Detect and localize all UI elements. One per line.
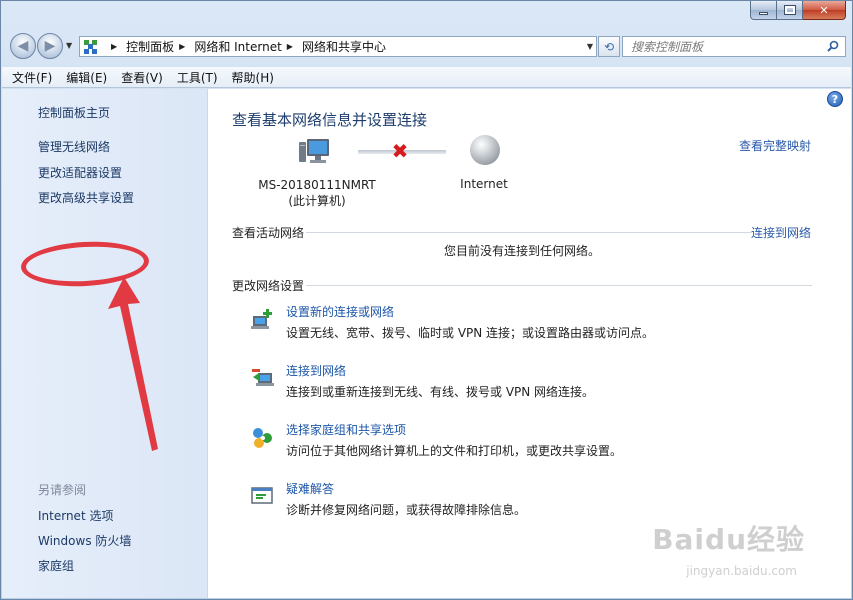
internet-label: Internet xyxy=(460,177,508,191)
navigation-bar: ◀ ▶ ▼ ▶ 控制面板 ▶ 网络和 Internet ▶ 网络和共享中心 ▼ … xyxy=(9,31,846,61)
search-box xyxy=(622,36,846,57)
chevron-right-icon[interactable]: ▶ xyxy=(287,42,293,51)
caption-buttons: ✕ xyxy=(750,1,846,21)
task-troubleshoot: 疑难解答 诊断并修复网络问题，或获得故障排除信息。 xyxy=(250,480,810,520)
minimize-button[interactable] xyxy=(750,1,777,20)
no-network-text: 您目前没有连接到任何网络。 xyxy=(444,244,601,258)
forward-button[interactable]: ▶ xyxy=(37,33,63,59)
sidebar-item-windows-firewall[interactable]: Windows 防火墙 xyxy=(38,532,131,549)
see-also-heading: 另请参阅 xyxy=(38,483,87,497)
menu-file[interactable]: 文件(F) xyxy=(12,69,52,86)
connect-to-network-link[interactable]: 连接到网络 xyxy=(751,224,811,241)
close-icon: ✕ xyxy=(819,3,829,17)
task-description: 设置无线、宽带、拨号、临时或 VPN 连接；或设置路由器或访问点。 xyxy=(286,326,655,340)
breadcrumb-network-internet[interactable]: 网络和 Internet xyxy=(194,38,281,55)
troubleshoot-icon xyxy=(251,487,273,504)
task-description: 诊断并修复网络问题，或获得故障排除信息。 xyxy=(286,503,527,517)
computer-label: MS-20180111NMRT (此计算机) xyxy=(252,177,382,209)
task-connect-network: 连接到网络 连接到或重新连接到无线、有线、拨号或 VPN 网络连接。 xyxy=(250,362,810,402)
chevron-right-icon[interactable]: ▶ xyxy=(111,42,117,51)
recent-pages-dropdown-icon[interactable]: ▼ xyxy=(66,41,72,50)
main-panel: ? 查看基本网络信息并设置连接 查看完整映射 ✖ MS-20180111NMRT… xyxy=(208,89,851,598)
view-full-map-link[interactable]: 查看完整映射 xyxy=(739,137,811,154)
computer-icon[interactable] xyxy=(298,137,332,167)
refresh-icon: ⟲ xyxy=(603,39,615,54)
breadcrumb-control-panel[interactable]: 控制面板 xyxy=(126,38,174,55)
menu-view[interactable]: 查看(V) xyxy=(121,69,163,86)
sidebar-item-homegroup[interactable]: 家庭组 xyxy=(38,557,74,574)
divider xyxy=(306,232,752,233)
task-description: 访问位于其他网络计算机上的文件和打印机，或更改共享设置。 xyxy=(286,444,623,458)
homegroup-icon xyxy=(253,428,272,448)
menu-help[interactable]: 帮助(H) xyxy=(232,69,274,86)
minimize-icon xyxy=(759,11,768,15)
task-link[interactable]: 连接到网络 xyxy=(286,362,346,379)
arrow-right-icon: ▶ xyxy=(44,38,56,54)
search-icon[interactable] xyxy=(827,40,839,52)
search-input[interactable] xyxy=(623,37,813,56)
address-dropdown-icon[interactable]: ▼ xyxy=(587,42,593,51)
computer-sub: (此计算机) xyxy=(288,194,346,208)
task-description: 连接到或重新连接到无线、有线、拨号或 VPN 网络连接。 xyxy=(286,385,595,399)
watermark-url: jingyan.baidu.com xyxy=(686,564,797,578)
watermark-brand: Baidu经验 xyxy=(652,523,805,556)
address-bar[interactable]: ▶ 控制面板 ▶ 网络和 Internet ▶ 网络和共享中心 ▼ xyxy=(79,36,597,57)
active-networks-heading: 查看活动网络 xyxy=(232,226,305,240)
refresh-button[interactable]: ⟲ xyxy=(598,36,620,57)
maximize-button[interactable] xyxy=(777,1,803,20)
computer-name: MS-20180111NMRT xyxy=(258,178,376,192)
sidebar-item-manage-wireless[interactable]: 管理无线网络 xyxy=(38,138,110,155)
menu-edit[interactable]: 编辑(E) xyxy=(66,69,107,86)
page-title: 查看基本网络信息并设置连接 xyxy=(232,111,428,129)
menu-bar: 文件(F) 编辑(E) 查看(V) 工具(T) 帮助(H) xyxy=(2,67,851,88)
task-link[interactable]: 设置新的连接或网络 xyxy=(286,303,394,320)
new-connection-icon xyxy=(251,309,272,329)
maximize-icon xyxy=(783,5,796,15)
sidebar-item-control-panel-home[interactable]: 控制面板主页 xyxy=(38,104,110,121)
task-link[interactable]: 选择家庭组和共享选项 xyxy=(286,421,406,438)
arrow-left-icon: ◀ xyxy=(17,38,29,54)
disconnected-x-icon[interactable]: ✖ xyxy=(390,141,410,161)
sidebar-item-change-adapter-settings[interactable]: 更改适配器设置 xyxy=(38,164,122,181)
help-icon[interactable]: ? xyxy=(827,91,843,107)
breadcrumb-network-sharing-center[interactable]: 网络和共享中心 xyxy=(302,38,386,55)
menu-tools[interactable]: 工具(T) xyxy=(177,69,218,86)
annotation-arrow xyxy=(108,277,158,451)
sidebar-item-advanced-sharing[interactable]: 更改高级共享设置 xyxy=(38,189,134,206)
connect-network-icon xyxy=(252,369,274,386)
explorer-window: ✕ ◀ ▶ ▼ ▶ 控制面板 ▶ 网络和 Internet ▶ 网络和共享中心 … xyxy=(0,0,853,600)
content-area: 控制面板主页 管理无线网络 更改适配器设置 更改高级共享设置 另请参阅 Inte… xyxy=(2,89,851,598)
network-center-icon xyxy=(84,39,98,54)
task-setup-connection: 设置新的连接或网络 设置无线、宽带、拨号、临时或 VPN 连接；或设置路由器或访… xyxy=(250,303,810,343)
task-link[interactable]: 疑难解答 xyxy=(286,480,334,497)
divider xyxy=(306,285,812,286)
back-button[interactable]: ◀ xyxy=(10,33,36,59)
internet-globe-icon[interactable] xyxy=(470,135,500,165)
chevron-right-icon[interactable]: ▶ xyxy=(179,42,185,51)
sidebar-item-internet-options[interactable]: Internet 选项 xyxy=(38,507,113,524)
change-settings-heading: 更改网络设置 xyxy=(232,279,305,293)
task-homegroup-sharing: 选择家庭组和共享选项 访问位于其他网络计算机上的文件和打印机，或更改共享设置。 xyxy=(250,421,810,461)
close-button[interactable]: ✕ xyxy=(803,1,846,20)
